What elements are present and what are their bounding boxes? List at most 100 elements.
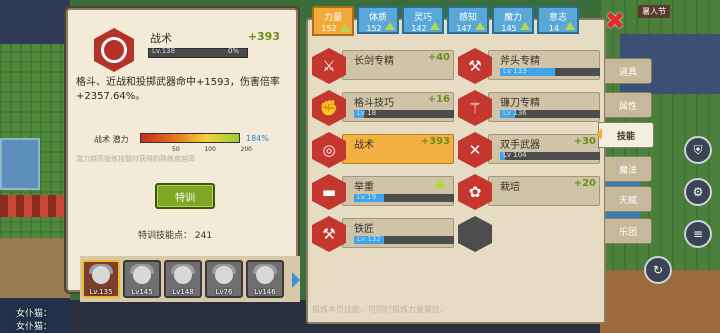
upgrade-arrow-icon	[565, 22, 575, 30]
special-training-button[interactable]: 特训	[155, 183, 215, 209]
attribute-tab[interactable]: 力量 152	[312, 6, 354, 36]
hero-portrait[interactable]: Lv146	[246, 260, 284, 298]
hero-face	[92, 266, 110, 284]
hero-portrait[interactable]: Lv.135	[82, 260, 120, 298]
side-tab[interactable]: 魔法	[604, 156, 652, 182]
training-points: 特训技能点： 241	[138, 231, 213, 241]
hero-level: Lv76	[215, 288, 233, 296]
crossed-swords-icon: ✕	[458, 132, 492, 168]
skill-slot[interactable]: ◎ 战术 +393	[312, 130, 454, 168]
tactics-icon: ◎	[312, 132, 346, 168]
wooden-floor	[0, 238, 70, 298]
sword-icon: ⚔	[312, 48, 346, 84]
skill-slot[interactable]: ⚒ 斧头专精 Lv 133	[458, 46, 600, 84]
skill-bonus: +16	[427, 94, 450, 105]
skill-slot[interactable]: ⚔ 长剑专精 +40	[312, 46, 454, 84]
refresh-icon[interactable]: ↻	[644, 256, 672, 284]
skill-name: 战术	[150, 32, 172, 45]
skill-slot[interactable]: ⚒ 铁匠 Lv 132	[312, 214, 454, 252]
skill-name: 战术	[354, 140, 374, 151]
anvil-icon: ⚒	[312, 216, 346, 252]
side-tab[interactable]: 技能	[598, 122, 654, 148]
axe-icon: ⚒	[458, 48, 492, 84]
skill-name: 长剑专精	[354, 56, 394, 67]
footer-note: 锻炼本页技能，可同时锻炼力量属性。	[312, 305, 448, 314]
skill-name: 斧头专精	[500, 56, 540, 67]
scythe-icon: ⚚	[458, 90, 492, 126]
potential-tick: 200	[240, 146, 252, 153]
skill-level: Lv 136	[503, 109, 527, 117]
scroll-icon[interactable]: ≡	[684, 220, 712, 248]
upgrade-arrow-icon	[520, 22, 530, 30]
skill-slot[interactable]: ✿ 栽培 +20	[458, 172, 600, 210]
potential-note: 潜力越高锻炼技能时获得的熟练度越高	[76, 155, 195, 163]
shield-icon[interactable]: ⛨	[684, 136, 712, 164]
attribute-tab-label: 力量	[323, 13, 342, 23]
hero-portrait[interactable]: Lv145	[123, 260, 161, 298]
skill-level-label: Lv.138	[152, 47, 176, 55]
potential-bar	[140, 133, 240, 143]
skill-level: Lv 18	[357, 109, 377, 117]
hero-face	[256, 266, 274, 284]
skill-level: Lv 19	[357, 193, 377, 201]
skill-description: 格斗、近战和投掷武器命中+1593，伤害倍率+2357.64%。	[76, 77, 280, 102]
hero-face	[174, 266, 192, 284]
upgrade-arrow-icon	[475, 22, 485, 30]
water-pool	[0, 138, 40, 190]
potential-ticks: 50 100 200	[172, 146, 252, 153]
skill-slot[interactable]: ⚚ 镰刀专精 Lv 136	[458, 88, 600, 126]
skill-slot-empty	[458, 214, 598, 252]
potential-value: 184%	[246, 134, 269, 143]
plant-icon: ✿	[458, 174, 492, 210]
hero-face	[133, 266, 151, 284]
hero-portrait[interactable]: Lv76	[205, 260, 243, 298]
attribute-tab[interactable]: 感知 147	[447, 6, 489, 34]
attribute-tab[interactable]: 灵巧 142	[402, 6, 444, 34]
side-tab[interactable]: 乐团	[604, 218, 652, 244]
tactics-hex-icon	[94, 28, 134, 72]
chat-line: 女仆猫：	[16, 322, 53, 332]
attribute-tabs: 力量 152 体质 152 灵巧 142 感知 147 魔力 145 意志 14	[312, 6, 579, 36]
settings-icon[interactable]: ⚙	[684, 178, 712, 206]
side-tab[interactable]: 属性	[604, 92, 652, 118]
skill-slot[interactable]: ✕ 双手武器 +30 Lv 104	[458, 130, 600, 168]
skill-slot[interactable]: ✊ 格斗技巧 +16 Lv 18	[312, 88, 454, 126]
upgrade-arrow-icon	[340, 24, 350, 32]
skill-detail-panel: 战术 +393 Lv.138 0% 格斗、近战和投掷武器命中+1593，伤害倍率…	[66, 8, 300, 302]
skill-name: 举重	[354, 182, 374, 193]
side-selector-arrow-icon	[596, 128, 602, 140]
attribute-tab[interactable]: 体质 152	[357, 6, 399, 34]
potential-tick: 100	[204, 146, 216, 153]
skill-level: Lv 132	[357, 235, 381, 243]
skill-name: 栽培	[500, 182, 520, 193]
next-hero-arrow-icon[interactable]	[292, 272, 300, 288]
chat-line: 女仆猫：	[16, 309, 53, 319]
skill-bonus: +30	[573, 136, 596, 147]
close-icon[interactable]: ✖	[602, 8, 628, 34]
event-label: 暑人节	[638, 5, 670, 18]
skill-slot[interactable]: ▬ 举重 Lv 19	[312, 172, 454, 210]
town-scene-left	[0, 0, 70, 333]
hero-level: Lv146	[254, 288, 276, 296]
attribute-tab[interactable]: 意志 14	[537, 6, 579, 34]
skill-bonus: +40	[427, 52, 450, 63]
skill-name: 格斗技巧	[354, 98, 394, 109]
skill-bonus: +393	[247, 30, 280, 43]
skill-name: 镰刀专精	[500, 98, 540, 109]
hero-face	[215, 266, 233, 284]
attribute-tab[interactable]: 魔力 145	[492, 6, 534, 34]
potential-label: 战术 潜力	[94, 135, 129, 144]
upgrade-arrow-icon	[385, 22, 395, 30]
upgrade-arrow-icon	[434, 178, 446, 188]
skill-level-percent: 0%	[228, 47, 240, 55]
hero-level: Lv145	[131, 288, 153, 296]
hero-selector: Lv.135 Lv145 Lv148 Lv76 Lv146	[80, 256, 300, 302]
red-fence	[0, 195, 70, 217]
locked-hex-icon	[458, 216, 492, 252]
side-tab[interactable]: 道具	[604, 58, 652, 84]
skill-bonus: +20	[573, 178, 596, 189]
side-tab[interactable]: 天赋	[604, 186, 652, 212]
hero-portrait[interactable]: Lv148	[164, 260, 202, 298]
skill-bonus: +393	[420, 136, 450, 147]
hero-level: Lv148	[172, 288, 194, 296]
